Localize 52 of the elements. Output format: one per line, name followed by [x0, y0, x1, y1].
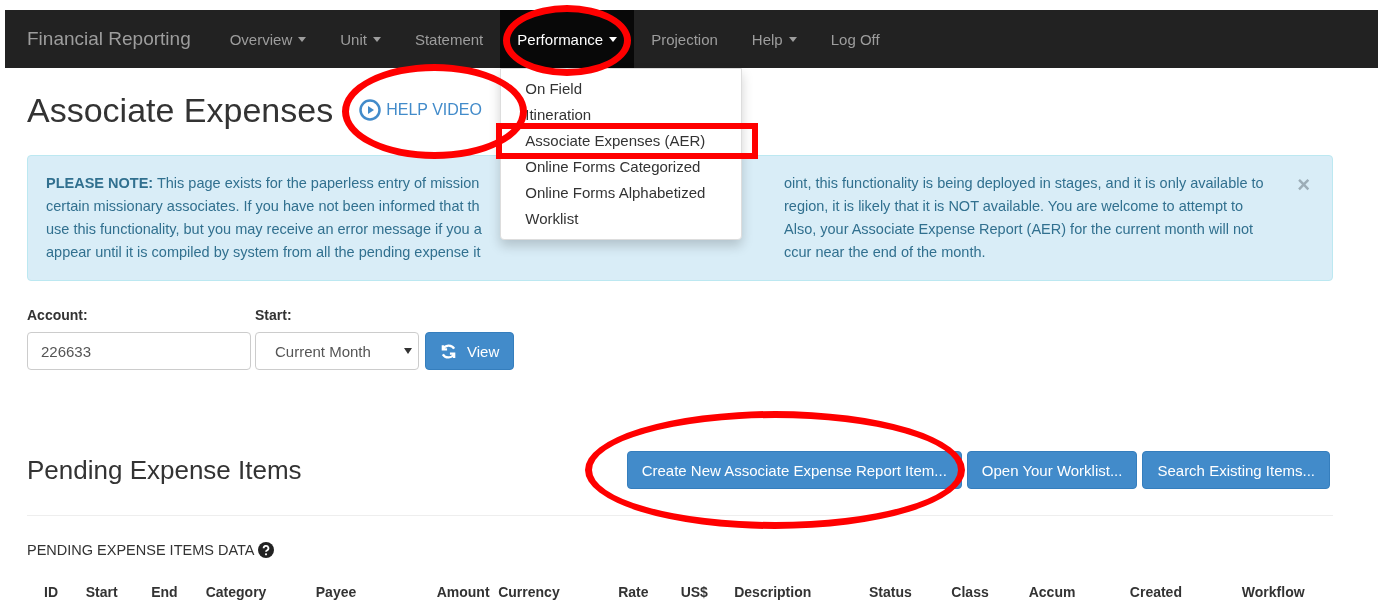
- menu-item[interactable]: Itineration: [501, 104, 742, 126]
- column-header: Description: [733, 584, 813, 600]
- column-header: Class: [950, 584, 990, 600]
- action-button[interactable]: Create New Associate Expense Report Item...: [626, 451, 962, 489]
- notice-text: ccur near the end of the month.: [784, 243, 986, 262]
- page-title: Associate Expenses: [27, 90, 334, 130]
- notice-text: region, it is likely that it is NOT available. You are welcome to attempt to: [784, 197, 1244, 216]
- column-header: Payee: [314, 584, 358, 600]
- section-title: Pending Expense Items: [27, 454, 302, 486]
- nav-item[interactable]: Log Off: [813, 10, 897, 68]
- action-button[interactable]: Open Your Worklist...: [966, 451, 1138, 489]
- notice-text: use this functionality, but you may receive an error message if you a: [46, 220, 482, 239]
- column-header: Status: [868, 584, 913, 600]
- column-header: Currency: [497, 584, 561, 600]
- column-header: ID: [43, 584, 59, 600]
- view-button[interactable]: View: [425, 332, 515, 370]
- brand-title: Financial Reporting: [26, 28, 192, 50]
- notice-text: Also, your Associate Expense Report (AER) for the current month will not: [784, 220, 1254, 239]
- account-input[interactable]: 226633: [27, 332, 251, 370]
- field-label: Account:: [27, 307, 89, 323]
- notice-text: appear until it is compiled by system from all the pending expense it: [46, 243, 481, 262]
- column-header: End: [150, 584, 179, 600]
- column-header: Accum: [1027, 584, 1077, 600]
- nav-item[interactable]: Overview: [212, 10, 324, 68]
- play-icon: [359, 99, 382, 121]
- menu-item[interactable]: Online Forms Categorized: [501, 156, 742, 178]
- data-label: PENDING EXPENSE ITEMS DATA: [27, 542, 255, 558]
- column-header: Start: [84, 584, 119, 600]
- column-header: Workflow: [1240, 584, 1306, 600]
- menu-item[interactable]: On Field: [501, 78, 742, 100]
- help-video-link[interactable]: HELP VIDEO: [359, 99, 482, 121]
- column-header: Amount: [435, 584, 491, 600]
- menu-item[interactable]: Online Forms Alphabetized: [501, 182, 742, 204]
- notice-text: certain missionary associates. If you have not been informed that th: [46, 197, 480, 216]
- column-header: Category: [204, 584, 268, 600]
- nav-item[interactable]: Unit: [323, 10, 398, 68]
- notice-text: PLEASE NOTE: This page exists for the paperless entry of mission: [46, 174, 480, 193]
- column-header: Created: [1128, 584, 1183, 600]
- column-header: Rate: [617, 584, 650, 600]
- nav-item[interactable]: Projection: [634, 10, 735, 68]
- nav-item[interactable]: Statement: [397, 10, 501, 68]
- start-select[interactable]: Current Month: [255, 332, 419, 370]
- menu-item[interactable]: Worklist: [501, 208, 742, 230]
- field-label: Start:: [255, 307, 293, 323]
- nav-item[interactable]: Help: [734, 10, 814, 68]
- help-icon[interactable]: [258, 542, 275, 558]
- menu-item[interactable]: Associate Expenses (AER): [501, 130, 742, 152]
- refresh-icon: [440, 342, 457, 360]
- caret-icon: [404, 348, 412, 354]
- column-header: US$: [679, 584, 709, 600]
- notice-text: oint, this functionality is being deployed in stages, and it is only available to: [784, 174, 1264, 193]
- action-button[interactable]: Search Existing Items...: [1142, 451, 1330, 489]
